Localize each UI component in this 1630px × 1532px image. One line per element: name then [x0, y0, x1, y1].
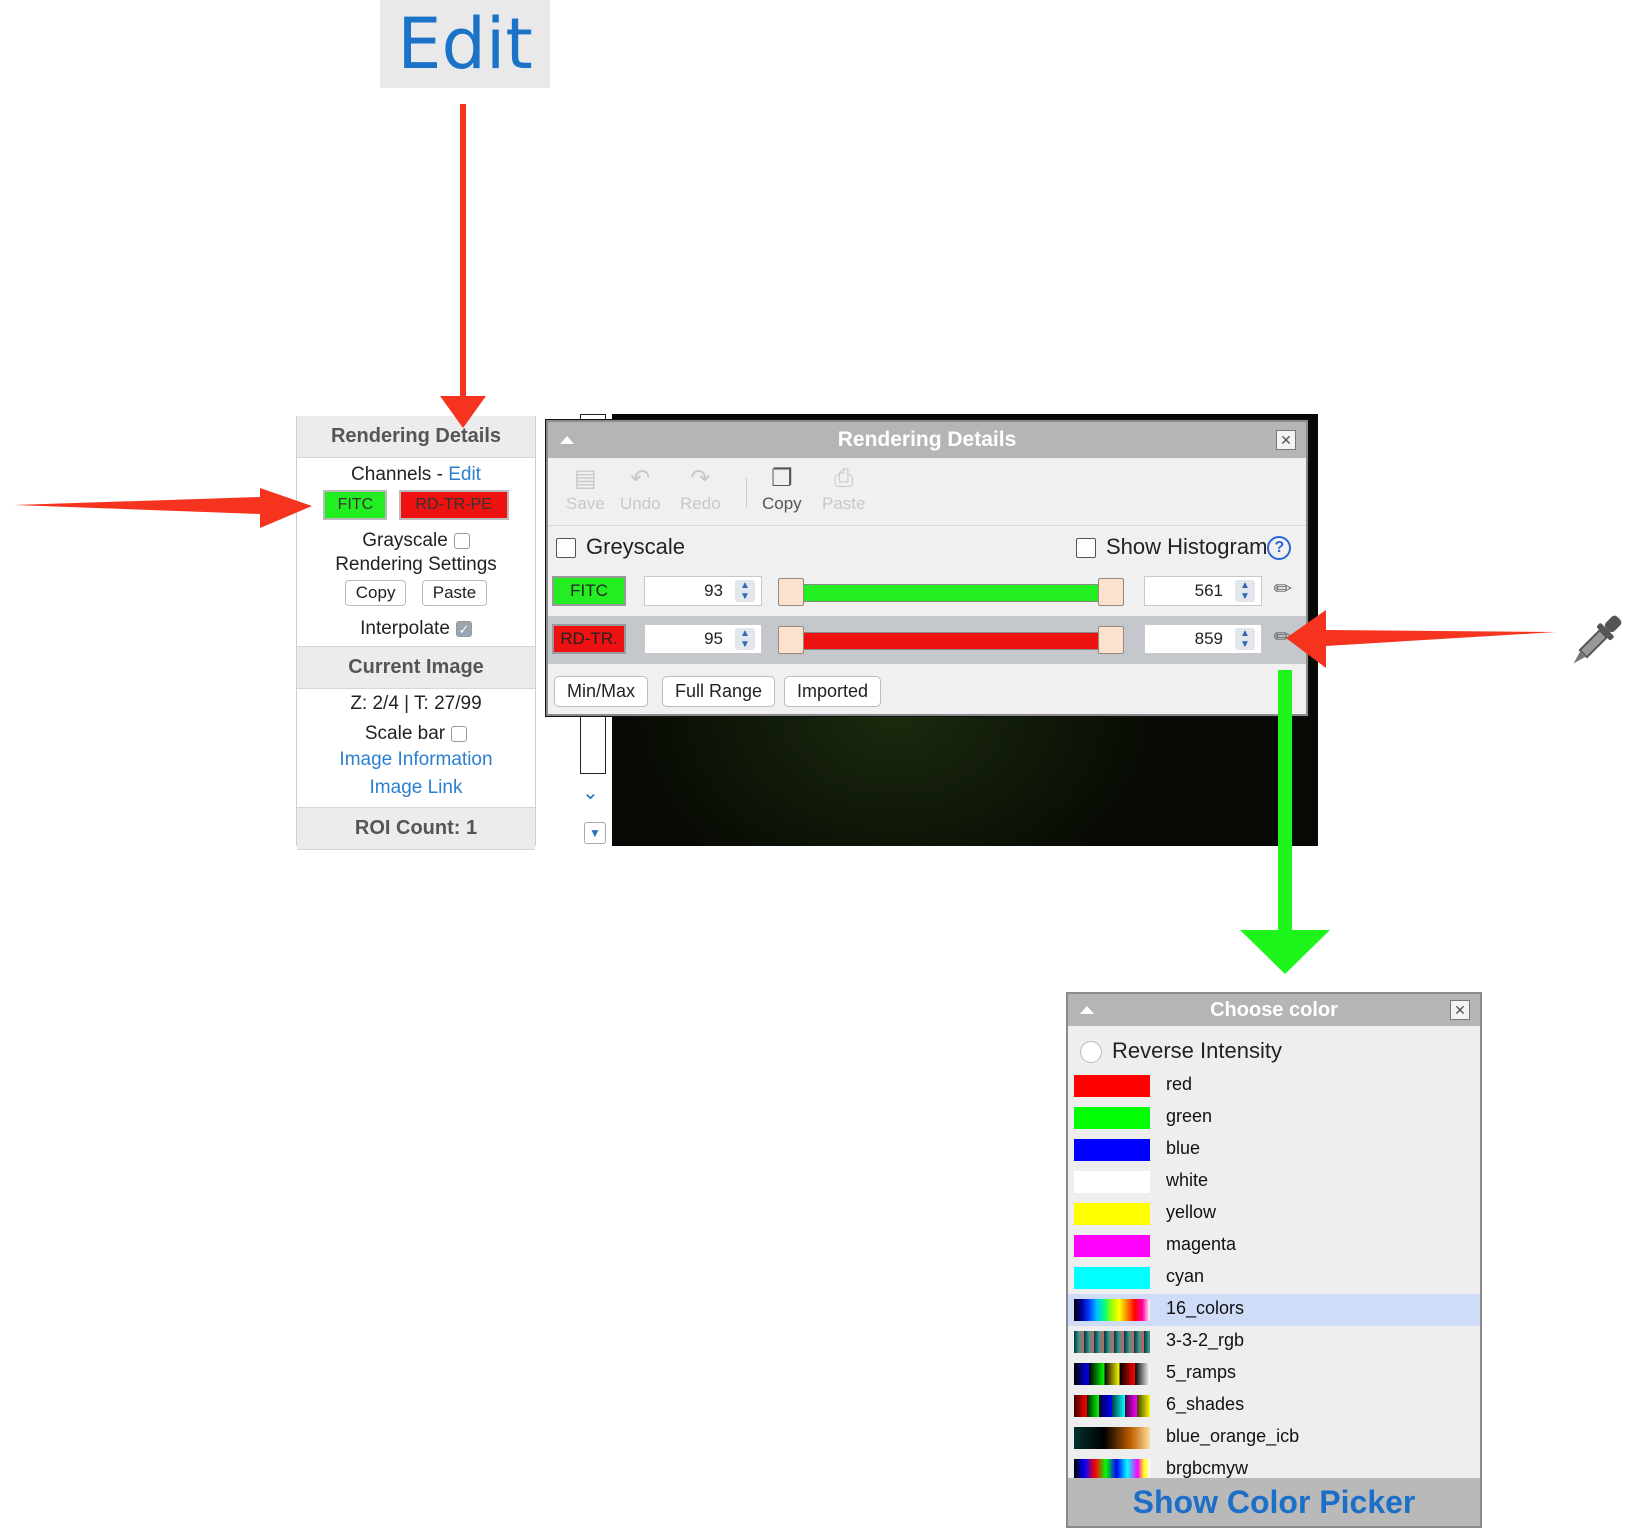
arrow-right-red: [14, 488, 312, 528]
arrow-down-green: [1240, 670, 1330, 974]
arrow-left-red: [1286, 610, 1556, 668]
annotation-arrows: [14, 104, 1556, 974]
arrow-down-red: [440, 104, 486, 428]
